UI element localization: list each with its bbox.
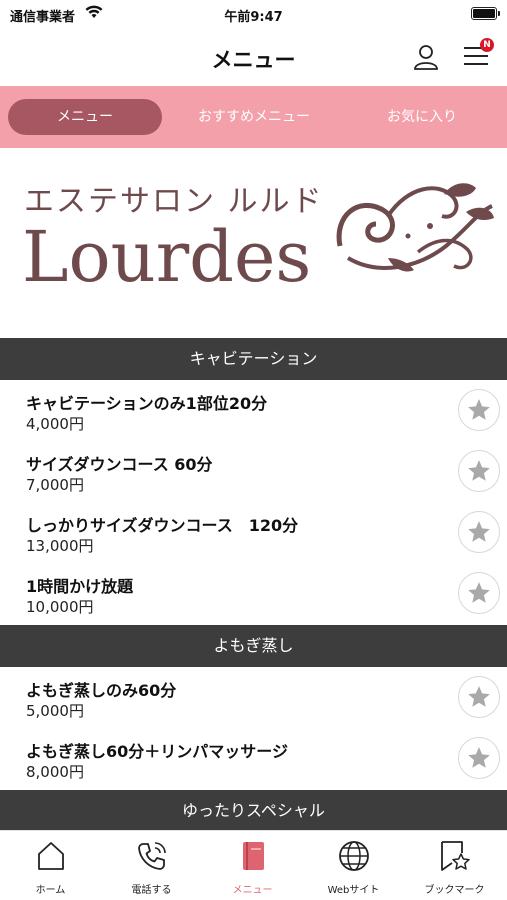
section-header-yomogi: よもぎ蒸し [0,625,507,667]
bottom-nav-website[interactable]: Webサイト [303,831,404,900]
star-icon [468,686,490,707]
tab-recommended[interactable]: おすすめメニュー [170,99,338,135]
favorite-button[interactable] [458,676,500,718]
star-icon [468,582,490,603]
status-bar: 通信事業者 午前9:47 [0,0,507,28]
phone-icon [138,842,166,870]
bottom-nav-phone[interactable]: 電話する [101,831,202,900]
flourish-ornament-icon [336,183,494,272]
menu-item[interactable]: よもぎ蒸し60分＋リンパマッサージ 8,000円 [0,728,507,789]
bottom-nav-label: Webサイト [327,885,380,896]
salon-banner: エステサロン ルルド Lourdes [0,148,507,338]
menu-item-name: キャビテーションのみ1部位20分 [26,394,268,413]
menu-book-icon [243,842,264,870]
bottom-nav-bookmark[interactable]: ブックマーク [404,831,505,900]
star-icon [468,521,490,542]
logo-japanese-text: エステサロン ルルド [24,184,324,219]
tab-bar: メニュー おすすめメニュー お気に入り [0,86,507,148]
menu-item-price: 4,000円 [26,415,84,433]
tab-menu[interactable]: メニュー [8,99,162,135]
menu-item[interactable]: よもぎ蒸しのみ60分 5,000円 [0,667,507,728]
menu-item-name: サイズダウンコース 60分 [26,455,213,474]
menu-item-price: 13,000円 [26,537,94,555]
menu-item-price: 8,000円 [26,763,84,781]
menu-item-name: よもぎ蒸し60分＋リンパマッサージ [26,742,288,761]
menu-item-name: しっかりサイズダウンコース 120分 [26,516,299,535]
bookmark-icon [441,841,470,871]
bottom-nav-label: ブックマーク [424,885,485,896]
favorite-button[interactable] [458,511,500,553]
menu-item-price: 7,000円 [26,476,84,494]
tab-favorites[interactable]: お気に入り [345,99,499,135]
menu-item-price: 10,000円 [26,598,94,616]
section-header-relax-special: ゆったりスペシャル [0,790,507,830]
menu-item[interactable]: キャビテーションのみ1部位20分 4,000円 [0,380,507,441]
favorite-button[interactable] [458,450,500,492]
favorite-button[interactable] [458,389,500,431]
bottom-nav-label: ホーム [35,885,66,896]
menu-item-name: 1時間かけ放題 [26,577,134,596]
menu-item[interactable]: 1時間かけ放題 10,000円 [0,563,507,624]
globe-icon [339,841,369,871]
bottom-nav-label: メニュー [232,885,273,896]
bottom-nav-menu[interactable]: メニュー [202,831,303,900]
home-icon [38,842,64,870]
section-header-cavitation: キャビテーション [0,338,507,380]
bottom-nav-label: 電話する [131,885,172,896]
logo-english-text: Lourdes [22,216,312,298]
user-icon[interactable] [412,43,440,71]
star-icon [468,747,490,768]
favorite-button[interactable] [458,737,500,779]
menu-item[interactable]: サイズダウンコース 60分 7,000円 [0,441,507,502]
notification-badge: N [480,38,494,52]
star-icon [468,399,490,420]
menu-item[interactable]: しっかりサイズダウンコース 120分 13,000円 [0,502,507,563]
navigation-bar: メニュー N [0,28,507,86]
battery-icon [471,7,500,20]
bottom-navigation: ホーム 電話する メニュー Webサイト ブックマーク [0,830,507,900]
menu-item-price: 5,000円 [26,702,84,720]
favorite-button[interactable] [458,572,500,614]
bottom-nav-home[interactable]: ホーム [0,831,101,900]
status-time: 午前9:47 [224,10,283,25]
menu-item-name: よもぎ蒸しのみ60分 [26,681,177,700]
star-icon [468,460,490,481]
